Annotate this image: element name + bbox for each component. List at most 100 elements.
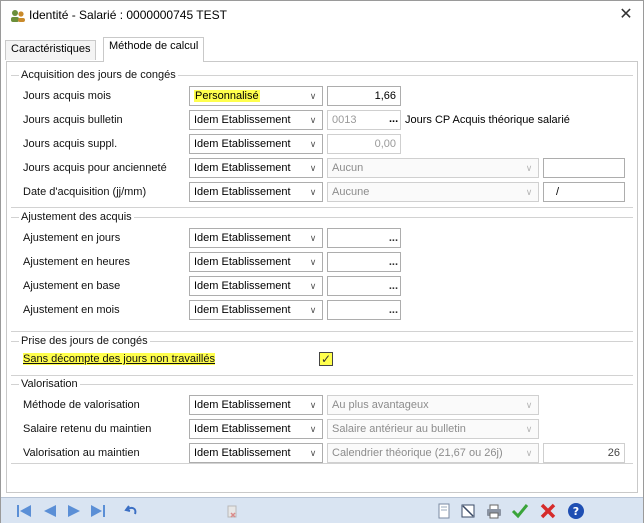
ajustement-heures-label: Ajustement en heures — [23, 256, 131, 268]
last-record-icon[interactable] — [89, 502, 107, 520]
lookup-button[interactable]: ... — [389, 277, 398, 295]
chevron-down-icon: ∨ — [309, 233, 317, 243]
jours-acquis-anciennete-label: Jours acquis pour ancienneté — [23, 162, 167, 174]
chevron-down-icon: ∨ — [525, 448, 533, 458]
selected-value: Au plus avantageux — [332, 399, 429, 411]
code-value: 0013 — [332, 114, 357, 126]
tab-caracteristiques[interactable]: Caractéristiques — [5, 40, 97, 60]
valorisation-maintien-label: Valorisation au maintien — [23, 447, 140, 459]
selected-value: Idem Etablissement — [194, 138, 291, 150]
selected-value: Salaire antérieur au bulletin — [332, 423, 466, 435]
close-icon[interactable]: ✕ — [615, 5, 637, 27]
title-bar: Identité - Salarié : 0000000745 TEST ✕ — [1, 1, 643, 31]
date-acquisition-mode-select[interactable]: Idem Etablissement ∨ — [189, 182, 323, 202]
selected-value: Idem Etablissement — [194, 304, 291, 316]
ajustement-heures-mode-select[interactable]: Idem Etablissement ∨ — [189, 252, 323, 272]
bottom-toolbar: ? — [1, 497, 643, 523]
delete-disabled-icon[interactable] — [223, 502, 241, 520]
ajustement-base-input[interactable]: ... — [327, 276, 401, 296]
chevron-down-icon: ∨ — [309, 400, 317, 410]
group-title: Valorisation — [19, 378, 80, 390]
bulletin-lookup-button[interactable]: ... — [389, 113, 398, 125]
jours-acquis-mois-mode-select[interactable]: Personnalisé ∨ — [189, 86, 323, 106]
jours-acquis-suppl-mode-select[interactable]: Idem Etablissement ∨ — [189, 134, 323, 154]
jours-acquis-suppl-label: Jours acquis suppl. — [23, 138, 118, 150]
salaire-retenu-choice-select[interactable]: Salaire antérieur au bulletin ∨ — [327, 419, 539, 439]
lookup-button[interactable]: ... — [389, 229, 398, 247]
jours-acquis-bulletin-mode-select[interactable]: Idem Etablissement ∨ — [189, 110, 323, 130]
tab-methode-de-calcul[interactable]: Méthode de calcul — [103, 37, 205, 62]
methode-valorisation-mode-select[interactable]: Idem Etablissement ∨ — [189, 395, 323, 415]
jours-acquis-mois-input[interactable]: 1,66 — [327, 86, 401, 106]
next-record-icon[interactable] — [65, 502, 83, 520]
selected-value: Idem Etablissement — [194, 256, 291, 268]
sans-decompte-text: Sans décompte des jours non travaillés — [23, 353, 215, 365]
cancel-icon[interactable] — [539, 502, 557, 520]
jours-acquis-mois-label: Jours acquis mois — [23, 90, 112, 102]
lookup-button[interactable]: ... — [389, 253, 398, 271]
selected-value: Calendrier théorique (21,67 ou 26j) — [332, 447, 503, 459]
jours-acquis-anciennete-mode-select[interactable]: Idem Etablissement ∨ — [189, 158, 323, 178]
salaire-retenu-label: Salaire retenu du maintien — [23, 423, 152, 435]
ajustement-jours-input[interactable]: ... — [327, 228, 401, 248]
ajustement-base-label: Ajustement en base — [23, 280, 121, 292]
ajustement-heures-input[interactable]: ... — [327, 252, 401, 272]
selected-value: Idem Etablissement — [194, 114, 291, 126]
date-acquisition-input[interactable]: / — [543, 182, 625, 202]
valorisation-group: Valorisation Méthode de valorisation Ide… — [11, 378, 633, 464]
chevron-down-icon: ∨ — [309, 139, 317, 149]
acquisition-group: Acquisition des jours de congés Jours ac… — [11, 69, 633, 208]
print-preview-icon[interactable] — [435, 502, 453, 520]
selected-value: Idem Etablissement — [194, 423, 291, 435]
jours-acquis-suppl-input[interactable]: 0,00 — [327, 134, 401, 154]
valorisation-maintien-input[interactable]: 26 — [543, 443, 625, 463]
lookup-button[interactable]: ... — [389, 301, 398, 319]
chevron-down-icon: ∨ — [525, 424, 533, 434]
chevron-down-icon: ∨ — [309, 305, 317, 315]
date-acquisition-choice-select[interactable]: Aucune ∨ — [327, 182, 539, 202]
sans-decompte-checkbox[interactable]: ✓ — [319, 352, 333, 366]
ajustement-mois-input[interactable]: ... — [327, 300, 401, 320]
ajustement-base-mode-select[interactable]: Idem Etablissement ∨ — [189, 276, 323, 296]
jours-acquis-bulletin-label: Jours acquis bulletin — [23, 114, 123, 126]
undo-icon[interactable] — [123, 502, 141, 520]
selected-value: Idem Etablissement — [194, 447, 291, 459]
bulletin-rubrique-label: Jours CP Acquis théorique salarié — [405, 114, 570, 126]
ajustement-mois-label: Ajustement en mois — [23, 304, 120, 316]
methode-valorisation-choice-select[interactable]: Au plus avantageux ∨ — [327, 395, 539, 415]
tab-panel: Acquisition des jours de congés Jours ac… — [6, 61, 638, 493]
chevron-down-icon: ∨ — [309, 448, 317, 458]
window-title: Identité - Salarié : 0000000745 TEST — [29, 8, 227, 22]
edit-icon[interactable] — [459, 502, 477, 520]
ajustement-jours-mode-select[interactable]: Idem Etablissement ∨ — [189, 228, 323, 248]
chevron-down-icon: ∨ — [309, 187, 317, 197]
chevron-down-icon: ∨ — [309, 257, 317, 267]
print-icon[interactable] — [485, 502, 503, 520]
chevron-down-icon: ∨ — [309, 424, 317, 434]
help-icon[interactable]: ? — [567, 502, 585, 520]
ajustement-group: Ajustement des acquis Ajustement en jour… — [11, 211, 633, 332]
date-acquisition-label: Date d'acquisition (jj/mm) — [23, 186, 147, 198]
ajustement-mois-mode-select[interactable]: Idem Etablissement ∨ — [189, 300, 323, 320]
previous-record-icon[interactable] — [41, 502, 59, 520]
chevron-down-icon: ∨ — [309, 163, 317, 173]
sans-decompte-label: Sans décompte des jours non travaillés — [23, 353, 215, 365]
selected-value: Idem Etablissement — [194, 162, 291, 174]
selected-value: Idem Etablissement — [194, 232, 291, 244]
chevron-down-icon: ∨ — [525, 163, 533, 173]
group-title: Prise des jours de congés — [19, 335, 150, 347]
anciennete-choice-select[interactable]: Aucun ∨ — [327, 158, 539, 178]
valorisation-maintien-choice-select[interactable]: Calendrier théorique (21,67 ou 26j) ∨ — [327, 443, 539, 463]
chevron-down-icon: ∨ — [309, 281, 317, 291]
anciennete-value-input[interactable] — [543, 158, 625, 178]
valorisation-maintien-mode-select[interactable]: Idem Etablissement ∨ — [189, 443, 323, 463]
selected-value: Aucune — [332, 186, 370, 198]
first-record-icon[interactable] — [15, 502, 33, 520]
chevron-down-icon: ∨ — [309, 91, 317, 101]
salaire-retenu-mode-select[interactable]: Idem Etablissement ∨ — [189, 419, 323, 439]
chevron-down-icon: ∨ — [525, 187, 533, 197]
validate-icon[interactable] — [511, 502, 529, 520]
group-title: Acquisition des jours de congés — [19, 69, 178, 81]
prise-group: Prise des jours de congés Sans décompte … — [11, 335, 633, 376]
svg-text:?: ? — [573, 505, 579, 518]
